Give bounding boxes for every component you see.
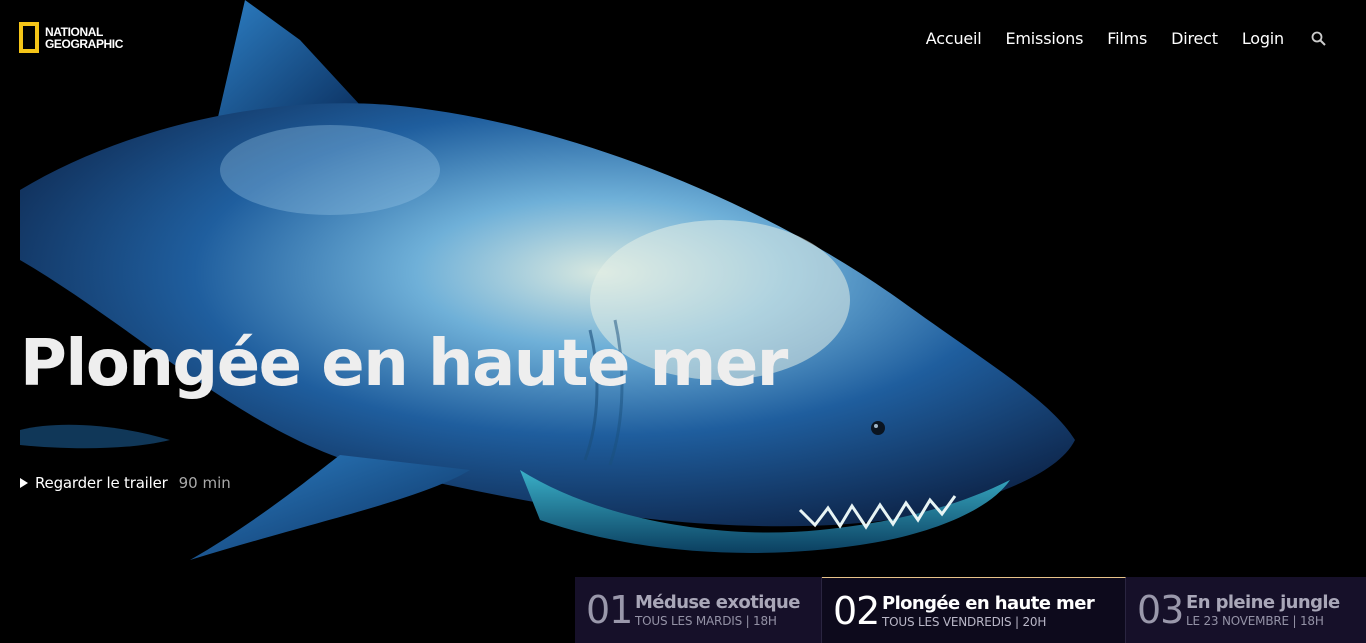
duration-label: 90 min (178, 474, 231, 492)
nav-item-films[interactable]: Films (1107, 29, 1147, 48)
schedule-title: Plongée en haute mer (882, 592, 1095, 614)
nav-item-accueil[interactable]: Accueil (926, 29, 982, 48)
national-geographic-logo[interactable]: NATIONAL GEOGRAPHIC (19, 22, 123, 53)
nav-item-direct[interactable]: Direct (1171, 29, 1218, 48)
nav-item-emissions[interactable]: Emissions (1006, 29, 1084, 48)
schedule-time: LE 23 NOVEMBRE | 18H (1186, 614, 1324, 628)
schedule-number: 02 (833, 588, 880, 633)
hero-title: Plongée en haute mer (20, 327, 788, 401)
main-nav: Accueil Emissions Films Direct Login (902, 29, 1328, 48)
schedule-bar: 01 Méduse exotique TOUS LES MARDIS | 18H… (575, 577, 1366, 643)
shark-hero-image (0, 0, 1366, 643)
schedule-title: En pleine jungle (1186, 592, 1340, 613)
nav-item-login[interactable]: Login (1242, 29, 1284, 48)
schedule-number: 01 (586, 588, 633, 632)
play-icon (20, 478, 28, 488)
schedule-number: 03 (1137, 588, 1184, 632)
trailer-label[interactable]: Regarder le trailer (35, 474, 168, 492)
search-icon[interactable] (1310, 30, 1328, 48)
schedule-time: TOUS LES MARDIS | 18H (635, 614, 777, 628)
schedule-item-3[interactable]: 03 En pleine jungle LE 23 NOVEMBRE | 18H (1126, 577, 1366, 643)
logo-frame-icon (19, 22, 39, 53)
logo-line-1: NATIONAL (45, 24, 103, 39)
schedule-item-1[interactable]: 01 Méduse exotique TOUS LES MARDIS | 18H (575, 577, 822, 643)
schedule-item-2-active[interactable]: 02 Plongée en haute mer TOUS LES VENDRED… (822, 577, 1126, 643)
schedule-title: Méduse exotique (635, 592, 800, 613)
schedule-time: TOUS LES VENDREDIS | 20H (882, 614, 1047, 629)
hero-section: NATIONAL GEOGRAPHIC Accueil Emissions Fi… (0, 0, 1366, 643)
trailer-link[interactable]: Regarder le trailer 90 min (20, 474, 231, 492)
logo-line-2: GEOGRAPHIC (45, 36, 124, 51)
